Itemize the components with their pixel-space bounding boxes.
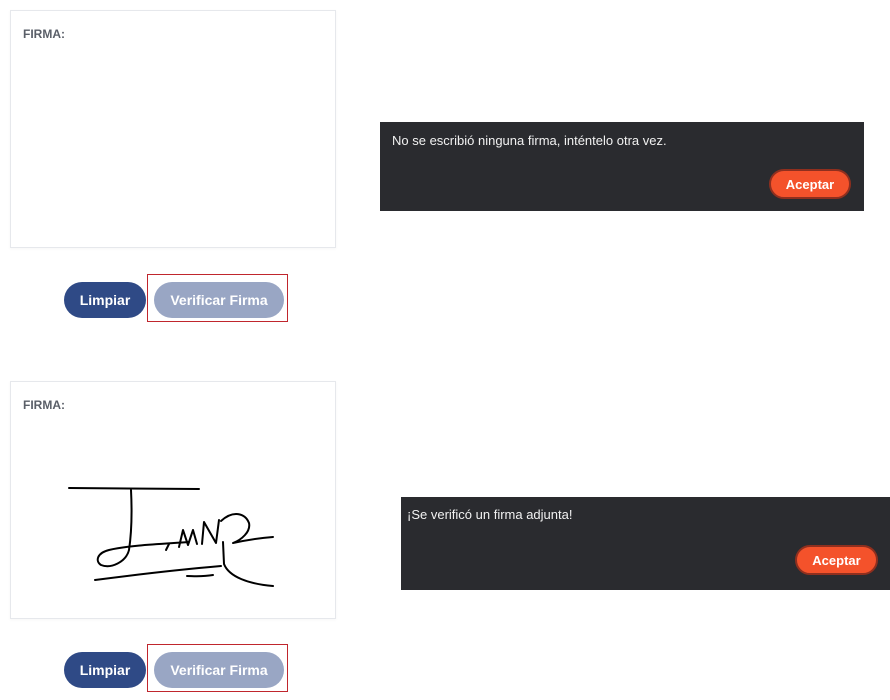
signature-pad-empty[interactable]: FIRMA: [10, 10, 336, 248]
accept-button[interactable]: Aceptar [769, 169, 851, 199]
verify-button-highlight [147, 644, 288, 692]
handwritten-signature [68, 487, 274, 587]
signature-pad-signed[interactable]: FIRMA: [10, 381, 336, 619]
dialog-message: ¡Se verificó un firma adjunta! [407, 507, 573, 522]
clear-button[interactable]: Limpiar [64, 282, 146, 318]
verify-button-highlight [147, 274, 288, 322]
dialog-message: No se escribió ninguna firma, inténtelo … [392, 133, 667, 148]
success-dialog: ¡Se verificó un firma adjunta! Aceptar [401, 497, 890, 590]
error-dialog: No se escribió ninguna firma, inténtelo … [380, 122, 864, 211]
accept-button[interactable]: Aceptar [795, 545, 878, 575]
clear-button[interactable]: Limpiar [64, 652, 146, 688]
signature-label: FIRMA: [23, 27, 65, 41]
signature-actions-top: Limpiar Verificar Firma [0, 274, 350, 322]
signature-actions-bottom: Limpiar Verificar Firma [0, 644, 350, 692]
